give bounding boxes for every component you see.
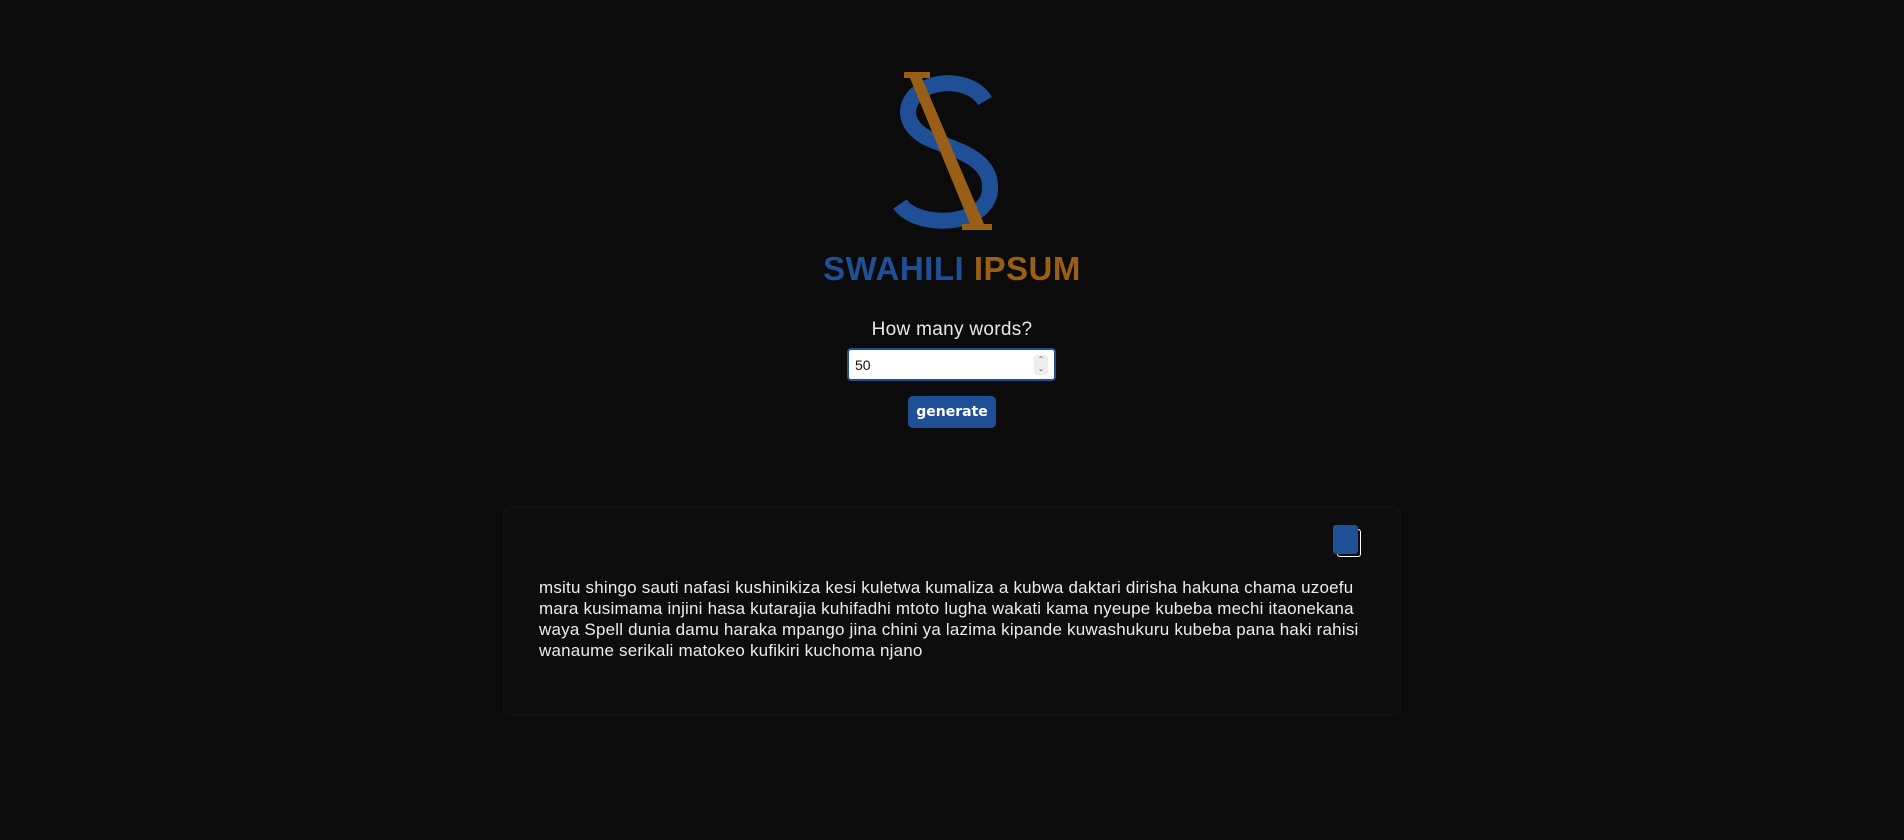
word-count-input[interactable] xyxy=(855,354,1015,376)
copy-icon-front xyxy=(1333,525,1358,554)
brand-title: SWAHILI IPSUM xyxy=(0,250,1904,288)
word-count-field[interactable]: ⌃ ⌄ xyxy=(847,348,1056,381)
page: SWAHILI IPSUM How many words? ⌃ ⌄ genera… xyxy=(0,0,1904,840)
copy-icon[interactable] xyxy=(1333,525,1363,557)
output-panel: msitu shingo sauti nafasi kushinikiza ke… xyxy=(503,506,1401,716)
generate-button[interactable]: generate xyxy=(908,396,996,428)
number-stepper[interactable]: ⌃ ⌄ xyxy=(1034,355,1048,375)
stepper-down-icon[interactable]: ⌄ xyxy=(1034,364,1048,373)
brand-word-swahili: SWAHILI xyxy=(823,250,965,287)
brand-word-ipsum: IPSUM xyxy=(973,250,1081,287)
swahili-ipsum-logo-icon xyxy=(893,72,998,230)
stepper-up-icon[interactable]: ⌃ xyxy=(1034,355,1048,364)
word-count-question: How many words? xyxy=(871,319,1033,340)
generated-text: msitu shingo sauti nafasi kushinikiza ke… xyxy=(539,578,1359,660)
